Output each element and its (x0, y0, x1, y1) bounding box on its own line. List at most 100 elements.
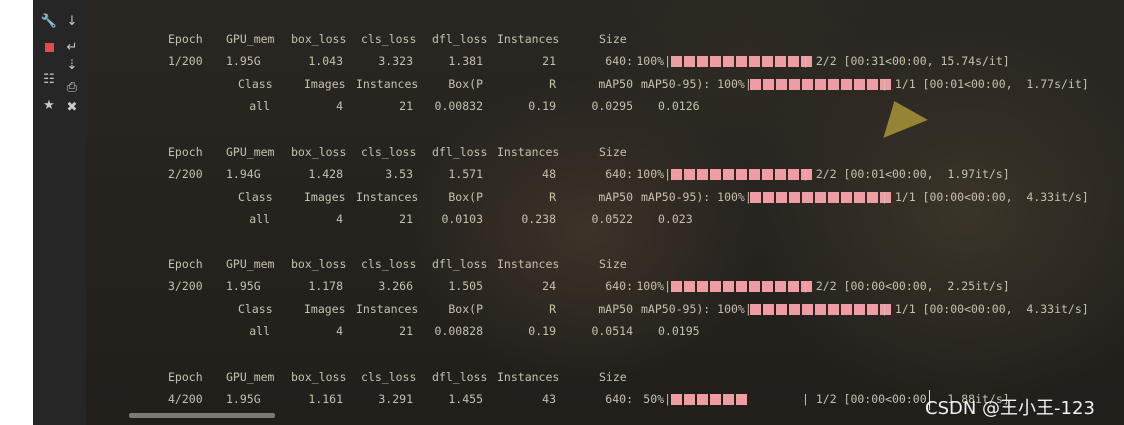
print-icon[interactable]: ⎙ (62, 80, 82, 96)
col-box-loss-header: box_loss (291, 32, 347, 46)
pin-icon[interactable]: ★ (39, 98, 59, 114)
progress-segment (710, 281, 721, 292)
val-class-value: all (249, 99, 270, 113)
col-map50-95-header: mAP50-95): 100%| (641, 190, 752, 204)
col-instances-header: Instances (497, 370, 560, 384)
progress-segment (736, 281, 747, 292)
horizontal-scrollbar[interactable] (129, 413, 275, 418)
progress-segment (710, 169, 721, 180)
console-output[interactable]: Epoch GPU_mem box_loss cls_loss dfl_loss Inst… (86, 0, 1124, 425)
progress-segment (749, 169, 760, 180)
col-epoch-header: Epoch (168, 257, 203, 271)
progress-segment (710, 394, 721, 405)
gpu-mem-value: 1.94G (226, 167, 261, 181)
progress-segment (775, 281, 786, 292)
instances-value: 48 (542, 167, 556, 181)
size-value: 640: (605, 392, 633, 406)
progress-segment (749, 281, 760, 292)
col-size-header: Size (599, 145, 627, 159)
progress-segment (788, 169, 799, 180)
run-toolbar: 🔧 ☷ ★ ↓ ↵ ⇣ ⎙ ✖ (33, 0, 87, 425)
val-instances-value: 21 (399, 99, 413, 113)
progress-segment (671, 56, 682, 67)
progress-segment (788, 56, 799, 67)
progress-segment (723, 56, 734, 67)
col-images-header: Images (304, 190, 346, 204)
col-map50-header: mAP50 (598, 77, 633, 91)
wrench-icon[interactable]: 🔧 (39, 14, 59, 30)
stop-icon[interactable] (39, 40, 59, 56)
progress-segment (802, 304, 813, 315)
progress-segment (697, 56, 708, 67)
val-result-row: all 4 21 0.00832 0.19 0.0295 0.0126 (86, 97, 1124, 115)
val-class-value: all (249, 212, 270, 226)
progress-segment (867, 79, 878, 90)
gpu-mem-value: 1.95G (226, 54, 261, 68)
epoch-value: 1/200 (168, 54, 203, 68)
progress-segment (750, 304, 761, 315)
instances-value: 21 (542, 54, 556, 68)
box-loss-value: 1.428 (308, 167, 343, 181)
progress-segment (776, 79, 787, 90)
progress-segment (697, 169, 708, 180)
epoch-header-row: Epoch GPU_mem box_loss cls_loss dfl_loss Inst… (86, 143, 1124, 161)
progress-segment (828, 79, 839, 90)
val-progress-bar (750, 192, 891, 203)
val-map50-95-value: 0.0126 (658, 99, 700, 113)
sort-icon[interactable]: ⇣ (62, 58, 82, 74)
progress-segment (750, 192, 761, 203)
progress-segment (841, 79, 852, 90)
progress-segment (671, 281, 682, 292)
progress-segment (828, 192, 839, 203)
val-progress-bar (750, 79, 891, 90)
dfl-loss-value: 1.505 (448, 279, 483, 293)
layout-icon[interactable]: ☷ (39, 72, 59, 88)
box-loss-value: 1.178 (308, 279, 343, 293)
col-map50-95-header: mAP50-95): 100%| (641, 302, 752, 316)
col-dfl-loss-header: dfl_loss (432, 257, 488, 271)
size-value: 640: (605, 279, 633, 293)
col-class-header: Class (238, 190, 273, 204)
progress-segment (671, 169, 682, 180)
dfl-loss-value: 1.381 (448, 54, 483, 68)
soft-wrap-icon[interactable]: ↵ (62, 40, 82, 56)
col-instances-header: Instances (497, 145, 560, 159)
val-precision-value: 0.0103 (441, 212, 483, 226)
col-gpu-header: GPU_mem (226, 145, 275, 159)
cls-loss-value: 3.266 (378, 279, 413, 293)
instances-value: 43 (542, 392, 556, 406)
progress-segment (723, 169, 734, 180)
progress-segment (854, 304, 865, 315)
val-recall-value: 0.19 (528, 324, 556, 338)
val-map50-value: 0.0295 (591, 99, 633, 113)
progress-segment (854, 192, 865, 203)
progress-segment (775, 169, 786, 180)
progress-segment (762, 169, 773, 180)
trash-icon[interactable]: ✖ (62, 100, 82, 116)
col-cls-loss-header: cls_loss (361, 32, 417, 46)
val-header-row: Class Images Instances Box(P RmAP50 mAP50-95)… (86, 188, 1124, 206)
epoch-train-row: 2/200 1.94G 1.428 3.53 1.571 48 640: 100%| | 2/2… (86, 165, 1124, 183)
progress-segment (776, 192, 787, 203)
progress-segment (710, 56, 721, 67)
progress-segment (671, 394, 682, 405)
col-size-header: Size (599, 257, 627, 271)
train-progress-bar (671, 281, 812, 292)
train-progress-percent: 100%| (636, 279, 671, 293)
val-map50-value: 0.0514 (591, 324, 633, 338)
val-result-row: all 4 21 0.0103 0.238 0.0522 0.023 (86, 210, 1124, 228)
col-val-instances-header: Instances (356, 302, 419, 316)
epoch-value: 3/200 (168, 279, 203, 293)
col-epoch-header: Epoch (168, 370, 203, 384)
stop-square (44, 43, 54, 52)
watermark: CSDN @王小王-123 (925, 398, 1095, 419)
arrow-down-icon[interactable]: ↓ (62, 14, 82, 30)
progress-segment (723, 281, 734, 292)
run-console-window: 🔧 ☷ ★ ↓ ↵ ⇣ ⎙ ✖ Epoch GPU_mem box_loss cls_lossdfl… (33, 0, 1124, 425)
train-progress-percent: 50%| (643, 392, 671, 406)
col-box-loss-header: box_loss (291, 257, 347, 271)
val-progress-stats: | 1/1 [00:00<00:00, 4.33it/s] (881, 302, 1089, 316)
val-recall-value: 0.238 (521, 212, 556, 226)
train-progress-percent: 100%| (636, 167, 671, 181)
col-images-header: Images (304, 77, 346, 91)
